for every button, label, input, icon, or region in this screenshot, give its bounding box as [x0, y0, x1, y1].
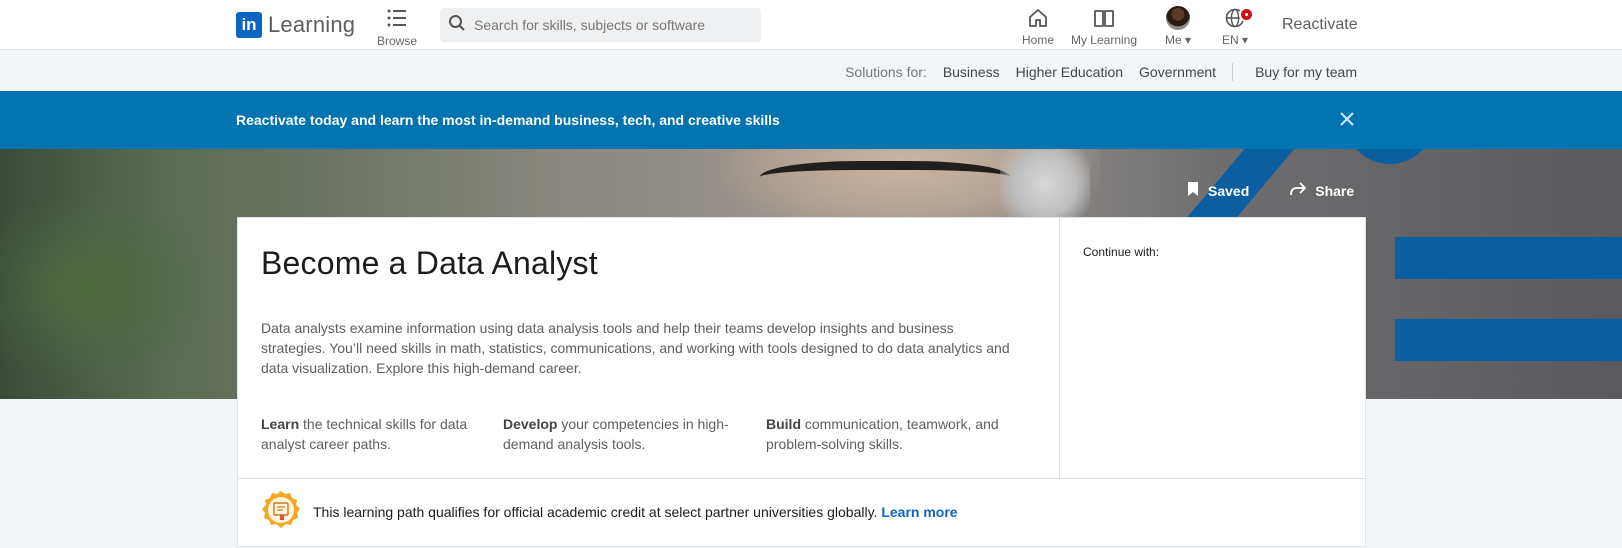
- home-icon: [1013, 4, 1063, 32]
- nav-my-learning-label: My Learning: [1070, 33, 1138, 47]
- solutions-link-business[interactable]: Business: [943, 64, 1000, 80]
- top-navigation: in Learning Browse Home: [0, 0, 1622, 50]
- solutions-bar: Solutions for: Business Higher Education…: [0, 50, 1622, 91]
- browse-label: Browse: [376, 34, 417, 48]
- chevron-down-icon: ▾: [1184, 33, 1192, 47]
- nav-me[interactable]: Me ▾: [1158, 4, 1198, 47]
- card-description: Data analysts examine information using …: [261, 320, 1010, 376]
- nav-my-learning[interactable]: My Learning: [1069, 4, 1139, 47]
- share-label: Share: [1315, 182, 1355, 199]
- solutions-link-government[interactable]: Government: [1139, 64, 1216, 80]
- solutions-link-higher-education[interactable]: Higher Education: [1016, 64, 1123, 80]
- notification-badge: [1239, 7, 1254, 22]
- saved-label: Saved: [1208, 182, 1250, 199]
- logo-text: Learning: [268, 12, 356, 37]
- divider: [1232, 63, 1234, 81]
- search-input[interactable]: [474, 17, 744, 33]
- chevron-down-icon: ▾: [1241, 33, 1249, 47]
- saved-button[interactable]: Saved: [1186, 181, 1249, 200]
- book-icon: [1069, 4, 1139, 32]
- solutions-label: Solutions for:: [845, 64, 927, 80]
- bullet-build: Build communication, teamwork, and probl…: [766, 416, 999, 452]
- card-main: Become a Data Analyst Data analysts exam…: [238, 218, 1060, 478]
- nav-home-label: Home: [1021, 33, 1054, 47]
- share-button[interactable]: Share: [1289, 181, 1354, 200]
- nav-language[interactable]: EN ▾: [1217, 4, 1254, 47]
- bullet-develop: Develop your competencies in high-demand…: [503, 416, 729, 452]
- linkedin-learning-logo[interactable]: in Learning: [236, 12, 355, 38]
- nav-language-label: EN: [1221, 33, 1239, 47]
- linkedin-logo-icon: in: [236, 12, 262, 38]
- academic-credit-footer: This learning path qualifies for officia…: [238, 478, 1365, 548]
- learning-path-card: Become a Data Analyst Data analysts exam…: [237, 217, 1366, 547]
- avatar: [1166, 6, 1190, 30]
- reactivate-link[interactable]: Reactivate: [1282, 16, 1358, 34]
- credit-text: This learning path qualifies for officia…: [313, 504, 878, 520]
- bookmark-icon: [1186, 181, 1200, 200]
- banner-text: Reactivate today and learn the most in-d…: [236, 112, 780, 128]
- browse-button[interactable]: Browse: [374, 4, 420, 48]
- buy-for-my-team-link[interactable]: Buy for my team: [1255, 64, 1357, 80]
- search-icon: [448, 14, 466, 37]
- nav-me-label: Me: [1164, 33, 1182, 47]
- share-icon: [1289, 181, 1307, 200]
- list-icon: [374, 4, 420, 32]
- learn-more-link[interactable]: Learn more: [881, 504, 957, 520]
- nav-home[interactable]: Home: [1013, 4, 1063, 47]
- reactivate-banner: Reactivate today and learn the most in-d…: [0, 91, 1622, 149]
- continue-with-label: Continue with:: [1083, 245, 1160, 259]
- page-title: Become a Data Analyst: [261, 245, 598, 281]
- search-bar[interactable]: [440, 8, 761, 42]
- close-icon[interactable]: [1337, 109, 1357, 129]
- certificate-icon: [260, 490, 302, 532]
- bullet-learn: Learn the technical skills for data anal…: [261, 416, 468, 452]
